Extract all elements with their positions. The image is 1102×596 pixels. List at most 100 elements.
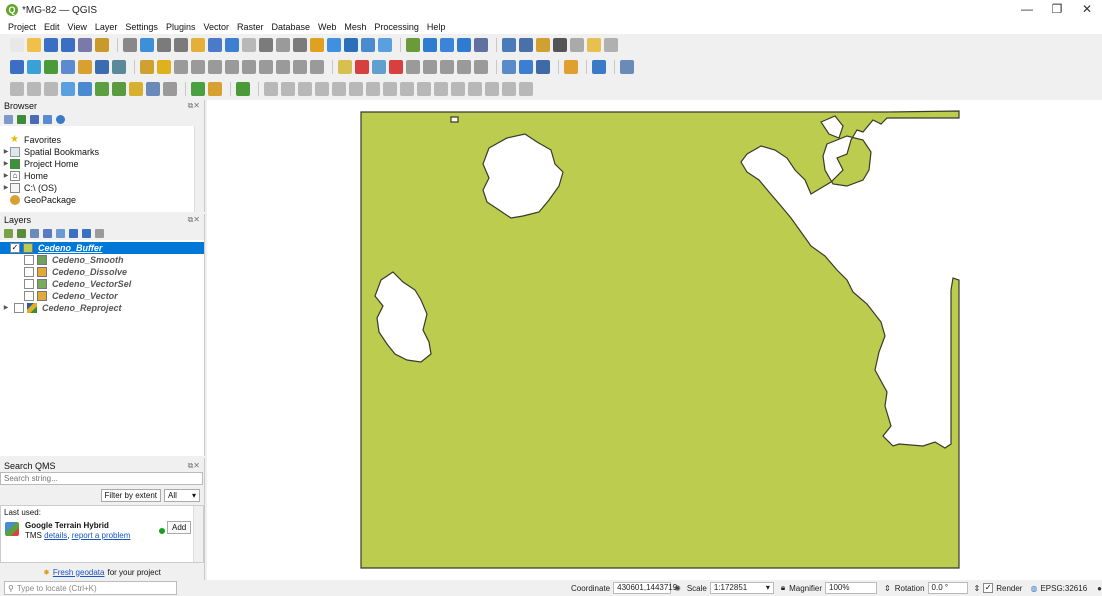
menu-view[interactable]: View <box>68 22 87 32</box>
browser-item-project-home[interactable]: ▶ Project Home <box>2 158 204 170</box>
filter-legend-icon[interactable] <box>43 228 52 238</box>
layer-styling-icon[interactable] <box>4 228 13 238</box>
toolbar-1-tool-icon[interactable] <box>361 38 375 52</box>
toolbar-2-tool-icon[interactable] <box>310 60 324 74</box>
scale-select[interactable]: 1:172851 ▾ <box>709 582 774 594</box>
toolbar-1-tool-icon[interactable] <box>293 38 307 52</box>
toolbar-1-tool-icon[interactable] <box>242 38 256 52</box>
browser-scrollbar[interactable] <box>194 126 204 212</box>
toolbar-1-tool-icon[interactable] <box>78 38 92 52</box>
toolbar-3-tool-icon[interactable] <box>208 82 222 96</box>
toolbar-3-tool-icon[interactable] <box>146 82 160 96</box>
toolbar-1-tool-icon[interactable] <box>44 38 58 52</box>
menu-plugins[interactable]: Plugins <box>166 22 196 32</box>
toolbar-1-tool-icon[interactable] <box>378 38 392 52</box>
qms-search-input[interactable] <box>0 472 203 485</box>
crs-globe-icon[interactable]: ◍ <box>1030 584 1037 593</box>
menu-project[interactable]: Project <box>8 22 36 32</box>
toolbar-3-tool-icon[interactable] <box>519 82 533 96</box>
map-canvas[interactable] <box>207 100 1102 580</box>
toolbar-2-tool-icon[interactable] <box>536 60 550 74</box>
layer-visibility-checkbox[interactable] <box>24 279 34 289</box>
toolbar-3-tool-icon[interactable] <box>27 82 41 96</box>
toolbar-2-tool-icon[interactable] <box>564 60 578 74</box>
qms-report-link[interactable]: report a problem <box>72 531 131 540</box>
toolbar-3-tool-icon[interactable] <box>281 82 295 96</box>
info-icon[interactable] <box>56 114 65 124</box>
minimize-button[interactable]: — <box>1012 2 1042 16</box>
layer-visibility-checkbox[interactable] <box>24 291 34 301</box>
toolbar-1-tool-icon[interactable] <box>259 38 273 52</box>
expand-icon[interactable]: ▶ <box>2 302 10 314</box>
toolbar-1-tool-icon[interactable] <box>519 38 533 52</box>
menu-edit[interactable]: Edit <box>44 22 60 32</box>
layer-row-cedeno-buffer[interactable]: ✓ Cedeno_Buffer <box>0 242 204 254</box>
collapse-icon[interactable] <box>43 114 52 124</box>
browser-item-drive-c[interactable]: ▶ C:\ (OS) <box>2 182 204 194</box>
menu-layer[interactable]: Layer <box>95 22 118 32</box>
toolbar-2-tool-icon[interactable] <box>225 60 239 74</box>
toolbar-1-tool-icon[interactable] <box>123 38 137 52</box>
expand-icon[interactable]: ▶ <box>2 182 10 194</box>
toolbar-2-tool-icon[interactable] <box>502 60 516 74</box>
toolbar-1-tool-icon[interactable] <box>406 38 420 52</box>
toolbar-2-tool-icon[interactable] <box>519 60 533 74</box>
qms-add-button[interactable]: Add <box>167 521 192 534</box>
toolbar-2-tool-icon[interactable] <box>423 60 437 74</box>
toolbar-3-tool-icon[interactable] <box>112 82 126 96</box>
crs-button[interactable]: EPSG:32616 <box>1040 584 1087 593</box>
toolbar-2-tool-icon[interactable] <box>293 60 307 74</box>
toolbar-3-tool-icon[interactable] <box>61 82 75 96</box>
toolbar-2-tool-icon[interactable] <box>61 60 75 74</box>
toolbar-3-tool-icon[interactable] <box>485 82 499 96</box>
layer-visibility-checkbox[interactable] <box>24 267 34 277</box>
toolbar-2-tool-icon[interactable] <box>112 60 126 74</box>
layer-visibility-checkbox[interactable]: ✓ <box>10 243 20 253</box>
messages-icon[interactable]: ● <box>1097 584 1102 593</box>
toggle-extents-icon[interactable]: ✺ <box>674 584 681 593</box>
toolbar-2-tool-icon[interactable] <box>157 60 171 74</box>
filter-expression-icon[interactable] <box>56 228 65 238</box>
toolbar-1-tool-icon[interactable] <box>95 38 109 52</box>
map-svg[interactable] <box>207 100 1102 580</box>
filter-by-extent-button[interactable]: Filter by extent <box>100 488 161 502</box>
spinner-icon[interactable]: ⇕ <box>974 584 981 593</box>
toolbar-1-tool-icon[interactable] <box>327 38 341 52</box>
toolbar-3-tool-icon[interactable] <box>383 82 397 96</box>
toolbar-2-tool-icon[interactable] <box>174 60 188 74</box>
expand-all-icon[interactable] <box>69 228 78 238</box>
panel-close-icon[interactable]: ⧉✕ <box>188 100 200 112</box>
menu-processing[interactable]: Processing <box>374 22 419 32</box>
toolbar-2-tool-icon[interactable] <box>44 60 58 74</box>
toolbar-3-tool-icon[interactable] <box>10 82 24 96</box>
magnifier-field[interactable]: 100% <box>825 582 878 594</box>
expand-icon[interactable]: ▶ <box>2 170 10 182</box>
toolbar-3-tool-icon[interactable] <box>191 82 205 96</box>
toolbar-2-tool-icon[interactable] <box>440 60 454 74</box>
toolbar-2-tool-icon[interactable] <box>355 60 369 74</box>
add-layer-icon[interactable] <box>4 114 13 124</box>
toolbar-2-tool-icon[interactable] <box>242 60 256 74</box>
toolbar-1-tool-icon[interactable] <box>502 38 516 52</box>
toolbar-3-tool-icon[interactable] <box>95 82 109 96</box>
toolbar-3-tool-icon[interactable] <box>163 82 177 96</box>
add-group-icon[interactable] <box>17 228 26 238</box>
layer-visibility-checkbox[interactable] <box>14 303 24 313</box>
toolbar-2-tool-icon[interactable] <box>592 60 606 74</box>
buffer-polygon[interactable] <box>360 110 960 569</box>
panel-close-icon[interactable]: ⧉✕ <box>188 214 200 226</box>
toolbar-2-tool-icon[interactable] <box>457 60 471 74</box>
toolbar-3-tool-icon[interactable] <box>451 82 465 96</box>
toolbar-1-tool-icon[interactable] <box>587 38 601 52</box>
toolbar-3-tool-icon[interactable] <box>332 82 346 96</box>
close-button[interactable]: ✕ <box>1072 2 1102 16</box>
toolbar-1-tool-icon[interactable] <box>174 38 188 52</box>
filter-extent-select[interactable]: All ▾ <box>164 488 200 502</box>
toolbar-1-tool-icon[interactable] <box>570 38 584 52</box>
menu-web[interactable]: Web <box>318 22 336 32</box>
expand-icon[interactable]: ▶ <box>2 146 10 158</box>
toolbar-2-tool-icon[interactable] <box>620 60 634 74</box>
toolbar-3-tool-icon[interactable] <box>468 82 482 96</box>
toolbar-2-tool-icon[interactable] <box>372 60 386 74</box>
toolbar-2-tool-icon[interactable] <box>338 60 352 74</box>
